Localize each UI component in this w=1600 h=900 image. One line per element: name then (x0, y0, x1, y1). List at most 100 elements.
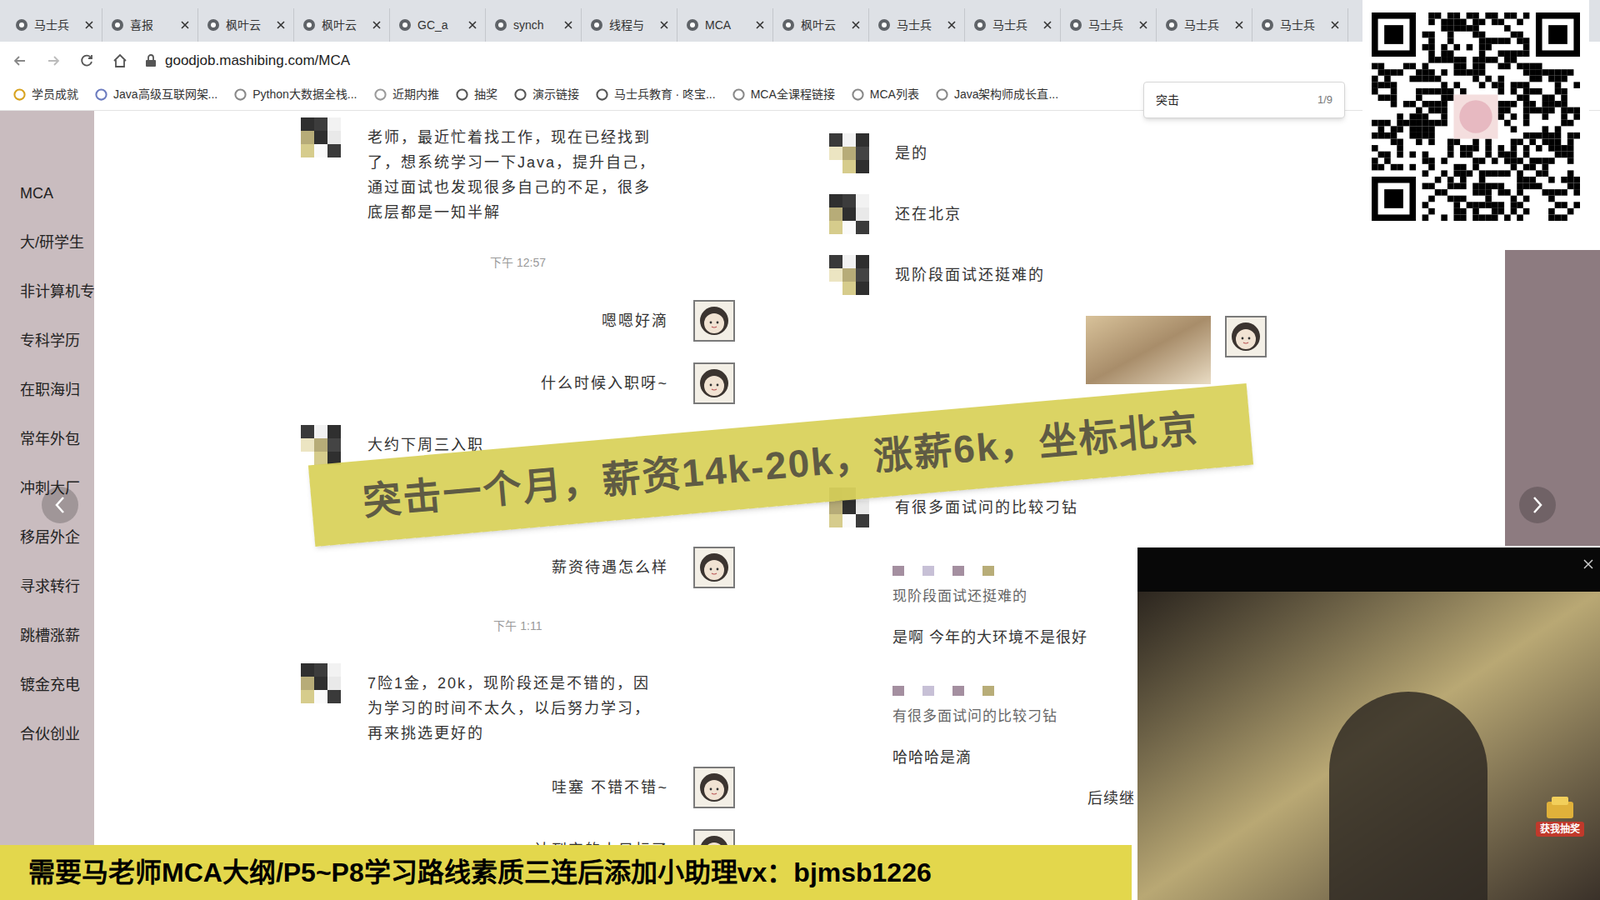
caption-text: 需要马老师MCA大纲/P5~P8学习路线素质三连后添加小助理vx：bjmsb12… (28, 852, 932, 893)
avatar-pixel (327, 690, 341, 704)
bookmark-item[interactable]: Python大数据全栈... (234, 85, 357, 104)
message-text: 现阶段面试还挺难的 (895, 255, 1045, 288)
bookmark-label: Java高级互联网架... (113, 85, 218, 104)
message-text: 7险1金，20k，现阶段还是不错的，因为学习的时间不太久，以后努力学习，再来挑选… (367, 663, 660, 746)
favicon-icon (1165, 18, 1179, 32)
forward-icon (45, 52, 62, 70)
sidebar-label: 非计算机专 (20, 280, 95, 304)
message-text: 还在北京 (895, 194, 962, 227)
sidebar-item[interactable]: 常年外包 (0, 415, 95, 465)
message-text: 什么时候入职呀~ (540, 362, 669, 396)
tab-label: 马士兵 (992, 16, 1038, 35)
sidebar-item[interactable]: 镀金充电 (0, 660, 95, 710)
find-query[interactable]: 突击 (1155, 91, 1180, 110)
tab-label: 马士兵 (1184, 16, 1230, 35)
quote-pixel (982, 685, 995, 696)
bookmark-item[interactable]: 抽奖 (455, 85, 498, 104)
browser-tab[interactable]: synch (485, 8, 582, 42)
chat-timestamp: 下午 12:57 (300, 245, 735, 280)
sidebar-label: 专科学历 (20, 330, 80, 353)
browser-tab[interactable]: 马士兵 (1252, 8, 1349, 42)
quote-pixel (892, 685, 905, 696)
avatar-pixel (300, 451, 315, 465)
presenter-silhouette (1329, 691, 1488, 900)
bookmark-item[interactable]: 近期内推 (374, 85, 440, 104)
sidebar-item[interactable]: 非计算机专 (0, 267, 95, 317)
gift-icon (1543, 795, 1577, 820)
tab-label: 枫叶云 (321, 16, 367, 35)
find-bar[interactable]: 突击 1/9 (1143, 81, 1345, 119)
close-icon (851, 20, 860, 30)
browser-tab[interactable]: 枫叶云 (294, 8, 390, 42)
browser-tab[interactable]: 马士兵 (869, 8, 965, 42)
browser-tab[interactable]: 马士兵 (965, 8, 1061, 42)
bookmark-icon (13, 88, 26, 101)
teacher-avatar (693, 362, 735, 405)
close-icon (1139, 20, 1148, 30)
qr-pattern-icon (1371, 12, 1580, 221)
avatar-pixel (855, 255, 870, 269)
close-icon (180, 20, 190, 30)
avatar-pixel (300, 130, 315, 145)
next-slide-button[interactable] (1519, 486, 1556, 524)
sidebar-item[interactable]: 大/研学生 (0, 218, 95, 268)
avatar-pixel (327, 130, 341, 145)
sidebar-label: MCA (20, 182, 54, 205)
chevron-left-icon (52, 495, 68, 515)
avatar-pixel (829, 281, 843, 295)
avatar-pixel (829, 146, 843, 160)
sidebar-label: 常年外包 (20, 428, 80, 451)
message-text: 哇塞 不错不错~ (551, 766, 669, 800)
bookmarks-bar: 学员成就 Java高级互联网架... Python大数据全栈... 近期内推抽奖演示链… (0, 79, 1600, 111)
bookmark-item[interactable]: 马士兵教育 · 咚宝... (595, 85, 716, 104)
avatar-pixel (842, 160, 856, 174)
sidebar-item[interactable]: 合伙创业 (0, 710, 95, 760)
sidebar-item[interactable]: 移居外企 (0, 513, 95, 563)
avatar-pixel (300, 438, 315, 452)
tab-label: MCA (705, 16, 750, 35)
sidebar-item[interactable]: 在职海归 (0, 365, 95, 415)
tab-label: 喜报 (130, 16, 175, 35)
browser-tab[interactable]: 马士兵 (1156, 8, 1253, 42)
bookmark-item[interactable]: 演示链接 (514, 85, 580, 104)
sidebar-label: 大/研学生 (20, 231, 85, 255)
avatar-pixel (829, 500, 843, 515)
browser-tab[interactable]: MCA (677, 8, 774, 42)
find-count: 1/9 (1317, 91, 1333, 109)
bookmark-icon (514, 88, 527, 101)
browser-tab[interactable]: 喜报 (102, 8, 199, 42)
bookmark-item[interactable]: MCA全课程链接 (732, 85, 835, 104)
bookmark-item[interactable]: 学员成就 (13, 85, 79, 104)
bookmark-label: MCA列表 (870, 85, 920, 104)
chat-message: 哇塞 不错不错~ (300, 766, 735, 809)
sidebar-item[interactable]: MCA (0, 169, 95, 219)
bookmark-icon (935, 88, 949, 101)
prev-slide-button[interactable] (41, 486, 79, 524)
browser-tab[interactable]: 枫叶云 (198, 8, 295, 42)
avatar-pixel (855, 207, 870, 221)
sidebar-item[interactable]: 寻求转行 (0, 562, 95, 612)
close-icon (1043, 20, 1052, 30)
avatar-pixel (855, 160, 870, 174)
avatar-pixel (842, 255, 856, 269)
browser-tab[interactable]: 枫叶云 (773, 8, 870, 42)
chat-message (829, 315, 1267, 385)
bookmark-item[interactable]: Java高级互联网架... (95, 85, 218, 104)
browser-tab[interactable]: 马士兵 (6, 8, 103, 42)
bookmark-item[interactable]: MCA列表 (851, 85, 920, 104)
close-icon (468, 20, 477, 30)
quote-pixel (952, 685, 965, 696)
back-icon (11, 52, 29, 70)
favicon-icon (15, 18, 29, 32)
browser-tab[interactable]: 线程与 (581, 8, 678, 42)
bookmark-item[interactable]: Java架构师成长直... (935, 85, 1059, 104)
lottery-badge[interactable]: 获我抽奖 (1531, 795, 1589, 837)
avatar-pixel (314, 425, 328, 439)
browser-tab[interactable]: 马士兵 (1060, 8, 1157, 42)
browser-tab[interactable]: GC_a (390, 8, 486, 42)
sidebar-item[interactable]: 专科学历 (0, 316, 95, 366)
sidebar-item[interactable]: 跳槽涨薪 (0, 611, 95, 661)
contact-avatar (829, 255, 870, 295)
teacher-avatar (693, 766, 735, 809)
close-icon (1583, 559, 1594, 570)
